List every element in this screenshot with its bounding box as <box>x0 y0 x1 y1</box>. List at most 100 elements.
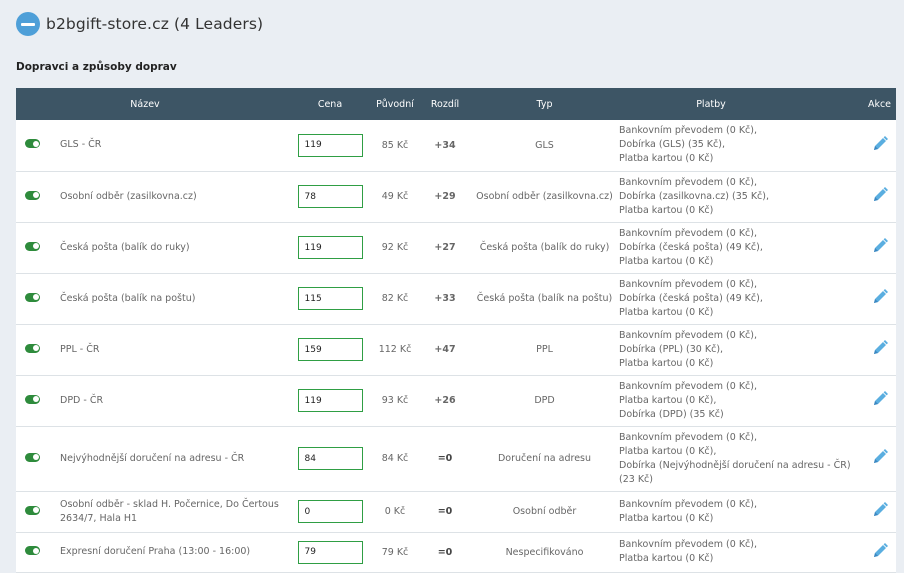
payment-method: Platba kartou (0 Kč) <box>619 153 714 165</box>
table-row: Expresní doručení Praha (13:00 - 16:00) 7… <box>16 532 896 573</box>
col-type-header[interactable]: Typ <box>470 88 619 120</box>
payment-methods: Bankovním převodem (0 Kč), Platba kartou … <box>619 426 863 492</box>
price-diff: +33 <box>420 273 470 325</box>
shipping-name: DPD - ČR <box>60 375 290 427</box>
payment-method: Platba kartou (0 Kč) <box>619 306 714 318</box>
actions-cell <box>863 324 896 376</box>
shipping-type: Doručení na adresu <box>470 426 619 492</box>
col-diff-header[interactable]: Rozdíl <box>420 88 470 120</box>
toggle-cell <box>16 324 60 376</box>
toggle-cell <box>16 375 60 427</box>
price-cell <box>290 120 370 172</box>
price-input[interactable] <box>297 287 363 310</box>
price-input[interactable] <box>297 185 363 208</box>
payment-method: Bankovním převodem (0 Kč), <box>619 380 757 392</box>
enabled-toggle[interactable] <box>25 343 40 353</box>
payment-method: Dobírka (GLS) (35 Kč), <box>619 139 725 151</box>
shipping-type: GLS <box>470 120 619 172</box>
enabled-toggle[interactable] <box>25 292 40 302</box>
payment-methods: Bankovním převodem (0 Kč), Dobírka (GLS) … <box>619 120 863 172</box>
price-diff: =0 <box>420 426 470 492</box>
pencil-icon[interactable] <box>871 339 889 360</box>
payment-method: Bankovním převodem (0 Kč), <box>619 227 757 239</box>
toggle-cell <box>16 273 60 325</box>
payment-methods: Bankovním převodem (0 Kč), Platba kartou … <box>619 375 863 427</box>
enabled-toggle[interactable] <box>25 546 40 555</box>
payment-methods: Bankovním převodem (0 Kč), Dobírka (PPL) … <box>619 324 863 376</box>
actions-cell <box>863 120 896 172</box>
price-input[interactable] <box>297 133 363 157</box>
enabled-toggle[interactable] <box>25 241 40 251</box>
payment-methods: Bankovním převodem (0 Kč), Dobírka (zasil… <box>619 171 863 223</box>
table-row: Osobní odběr (zasilkovna.cz)49 Kč+29Osob… <box>16 171 896 223</box>
table-row: Nejvýhodnější doručení na adresu - ČR 84 … <box>16 426 896 492</box>
table-row: PPL - ČR 112 Kč+47PPLBankovním převodem (… <box>16 324 896 376</box>
price-input[interactable] <box>297 389 363 412</box>
price-diff: +34 <box>420 120 470 172</box>
price-cell <box>290 222 370 274</box>
price-input[interactable] <box>297 500 363 523</box>
enabled-toggle[interactable] <box>25 139 40 149</box>
price-input[interactable] <box>297 236 363 259</box>
original-price: 85 Kč <box>370 120 420 172</box>
table-row: GLS - ČR 85 Kč+34GLSBankovním převodem (0… <box>16 120 896 172</box>
pencil-icon[interactable] <box>871 501 889 522</box>
collapse-minus-icon[interactable] <box>16 12 40 36</box>
payment-method: Bankovním převodem (0 Kč), <box>619 176 757 188</box>
col-toggle-header <box>16 88 60 120</box>
price-cell <box>290 324 370 376</box>
payment-method: Dobírka (česká pošta) (49 Kč), <box>619 241 763 253</box>
payment-method: Dobírka (PPL) (30 Kč), <box>619 343 724 355</box>
price-input[interactable] <box>297 338 363 361</box>
enabled-toggle[interactable] <box>25 505 40 515</box>
price-cell <box>290 375 370 427</box>
actions-cell <box>863 532 896 573</box>
original-price: 92 Kč <box>370 222 420 274</box>
pencil-icon[interactable] <box>871 186 889 207</box>
col-original-header[interactable]: Původní <box>370 88 420 120</box>
payment-method: Dobírka (DPD) (35 Kč) <box>619 408 724 420</box>
payment-method: Platba kartou (0 Kč) <box>619 512 714 524</box>
shipping-type: Česká pošta (balík na poštu) <box>470 273 619 325</box>
pencil-icon[interactable] <box>871 542 889 563</box>
col-price-header[interactable]: Cena <box>290 88 370 120</box>
price-cell <box>290 491 370 533</box>
price-diff: +29 <box>420 171 470 223</box>
actions-cell <box>863 171 896 223</box>
enabled-toggle[interactable] <box>25 394 40 404</box>
original-price: 112 Kč <box>370 324 420 376</box>
payment-method: Dobírka (česká pošta) (49 Kč), <box>619 292 763 304</box>
original-price: 79 Kč <box>370 532 420 573</box>
enabled-toggle[interactable] <box>25 190 40 200</box>
pencil-icon[interactable] <box>871 135 889 156</box>
table-row: Osobní odběr - sklad H. Počernice, Do Če… <box>16 491 896 533</box>
pencil-icon[interactable] <box>871 237 889 258</box>
shipping-name: Osobní odběr - sklad H. Počernice, Do Če… <box>60 491 290 533</box>
payment-method: Platba kartou (0 Kč), <box>619 394 717 406</box>
payment-method: Bankovním převodem (0 Kč), <box>619 431 757 443</box>
actions-cell <box>863 222 896 274</box>
shipping-name: Česká pošta (balík na poštu) <box>60 273 290 325</box>
original-price: 49 Kč <box>370 171 420 223</box>
section-title: Dopravci a způsoby doprav <box>16 61 177 73</box>
price-input[interactable] <box>297 447 363 470</box>
shipping-type: DPD <box>470 375 619 427</box>
payment-methods: Bankovním převodem (0 Kč), Platba kartou … <box>619 491 863 533</box>
pencil-icon[interactable] <box>871 448 889 469</box>
price-diff: +26 <box>420 375 470 427</box>
original-price: 82 Kč <box>370 273 420 325</box>
pencil-icon[interactable] <box>871 288 889 309</box>
shipping-name: Česká pošta (balík do ruky) <box>60 222 290 274</box>
actions-cell <box>863 273 896 325</box>
shipping-type: Osobní odběr <box>470 491 619 533</box>
payment-methods: Bankovním převodem (0 Kč), Dobírka (česká… <box>619 222 863 274</box>
payment-method: Platba kartou (0 Kč) <box>619 204 714 216</box>
price-diff: =0 <box>420 532 470 573</box>
payment-method: Bankovním převodem (0 Kč), <box>619 278 757 290</box>
shipping-type: Nespecifikováno <box>470 532 619 573</box>
pencil-icon[interactable] <box>871 390 889 411</box>
enabled-toggle[interactable] <box>25 452 40 462</box>
col-name-header[interactable]: Název <box>60 88 290 120</box>
price-input[interactable] <box>297 540 363 564</box>
col-actions-header: Akce <box>867 98 892 110</box>
